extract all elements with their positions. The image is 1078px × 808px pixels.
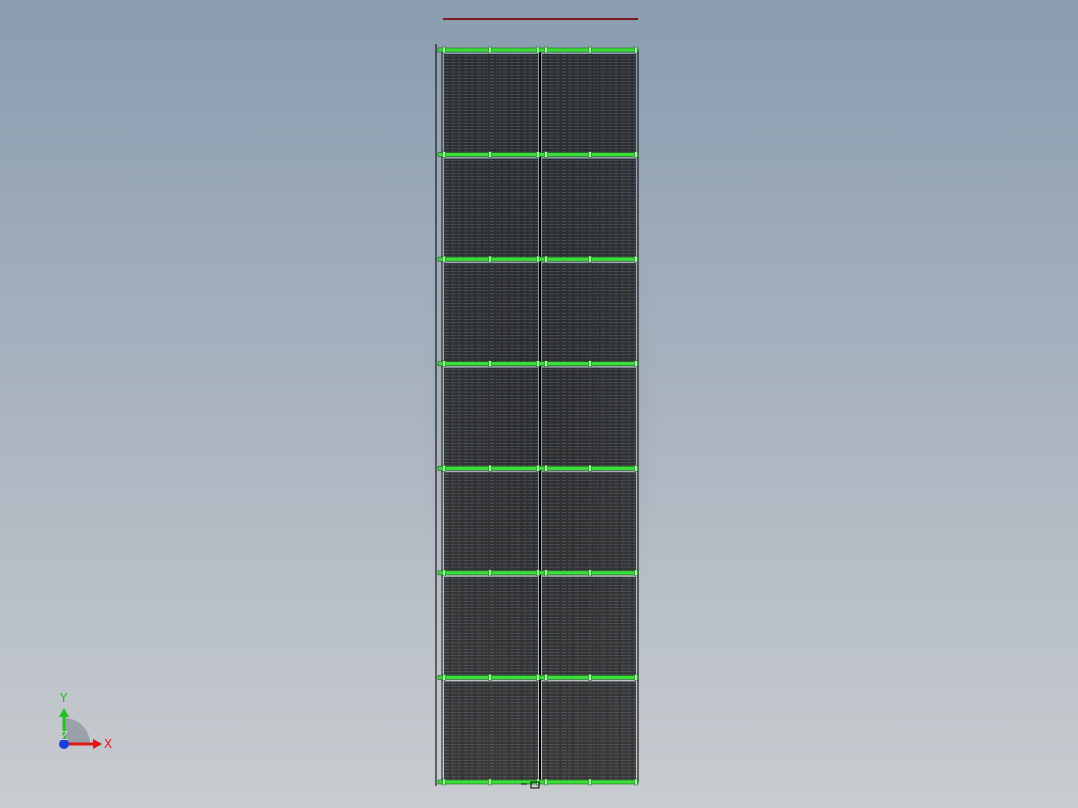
mesh-panel[interactable]: [542, 158, 636, 258]
mesh-panel[interactable]: [444, 681, 538, 780]
green-beam[interactable]: [437, 360, 639, 367]
mesh-panel[interactable]: [444, 263, 538, 362]
graphics-viewport[interactable]: X Y Z: [0, 0, 1078, 808]
model-canvas[interactable]: X Y Z: [0, 0, 1078, 808]
mesh-panel[interactable]: [542, 263, 636, 362]
mesh-panel[interactable]: [444, 472, 538, 571]
mesh-panel[interactable]: [542, 681, 636, 780]
green-beam[interactable]: [437, 465, 639, 472]
green-beam[interactable]: [437, 569, 639, 577]
green-beam[interactable]: [437, 151, 639, 158]
mesh-panel[interactable]: [542, 54, 636, 153]
mesh-panel[interactable]: [542, 367, 636, 467]
mesh-panel[interactable]: [444, 54, 538, 153]
y-axis-label: Y: [59, 691, 68, 705]
green-beam[interactable]: [437, 46, 639, 54]
mesh-panel[interactable]: [542, 576, 636, 676]
mesh-panel[interactable]: [444, 158, 538, 258]
mesh-panel[interactable]: [444, 576, 538, 676]
mesh-panel[interactable]: [444, 367, 538, 467]
z-axis-label: Z: [60, 729, 68, 743]
mesh-panel[interactable]: [542, 472, 636, 571]
green-beam[interactable]: [437, 674, 639, 681]
x-axis-label: X: [104, 737, 112, 751]
green-beam[interactable]: [437, 255, 639, 263]
rack-model[interactable]: [435, 18, 639, 789]
